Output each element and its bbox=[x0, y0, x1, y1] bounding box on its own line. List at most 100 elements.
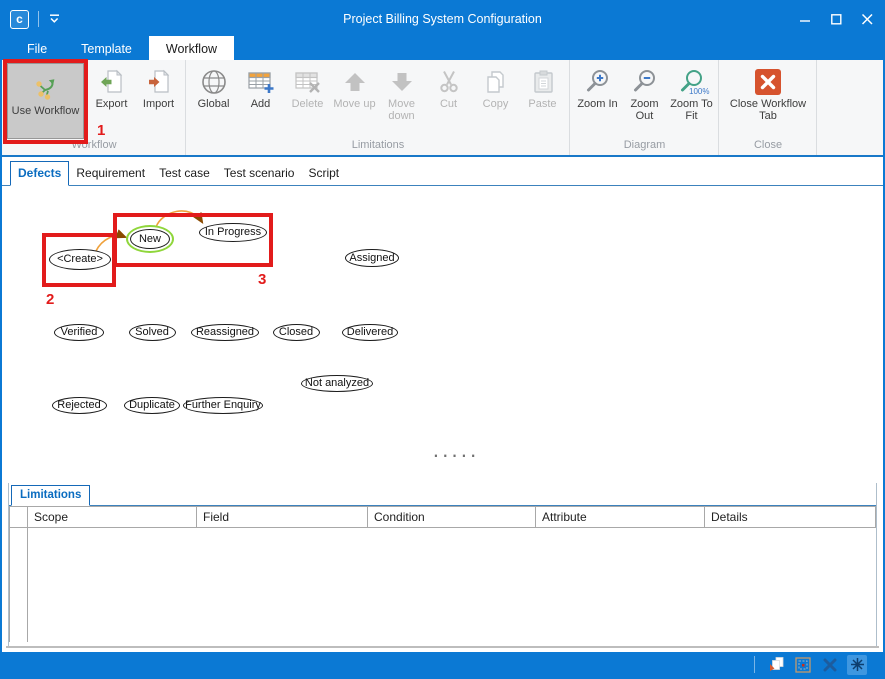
ribbon-group-diagram: Zoom In Zoom Out bbox=[570, 60, 719, 155]
zoom-out-icon bbox=[632, 66, 658, 98]
workflow-node-rejected[interactable]: Rejected bbox=[52, 397, 107, 414]
tab-test-scenario[interactable]: Test scenario bbox=[217, 162, 302, 185]
workflow-node-solved[interactable]: Solved bbox=[129, 324, 176, 341]
app-window: c Project Billing System Configuration F… bbox=[0, 0, 885, 679]
column-header-field: Field bbox=[197, 507, 368, 528]
tab-requirement[interactable]: Requirement bbox=[69, 162, 152, 185]
button-label: Global bbox=[198, 99, 230, 111]
button-label: Move down bbox=[379, 99, 424, 122]
statusbar bbox=[2, 652, 883, 677]
move-up-button: Move up bbox=[332, 63, 377, 139]
quick-access-dropdown-icon[interactable] bbox=[48, 14, 61, 24]
zoom-in-icon bbox=[585, 66, 611, 98]
use-workflow-button[interactable]: Use Workflow bbox=[7, 63, 84, 139]
zoom-to-fit-icon: 100% bbox=[679, 66, 705, 98]
workflow-node-assigned[interactable]: Assigned bbox=[345, 249, 399, 267]
add-button[interactable]: Add bbox=[238, 63, 283, 139]
limitations-table: Scope Field Condition Attribute Details bbox=[9, 506, 876, 642]
button-label: Add bbox=[251, 99, 271, 111]
button-label: Zoom In bbox=[577, 99, 617, 111]
button-label: Paste bbox=[528, 99, 556, 111]
tab-workflow[interactable]: Workflow bbox=[149, 36, 234, 60]
ribbon-tab-bar: File Template Workflow bbox=[2, 36, 883, 60]
column-header-condition: Condition bbox=[368, 507, 536, 528]
copy-pages-icon bbox=[483, 66, 509, 98]
limitations-panel: Limitations Scope Field Condition Attrib… bbox=[8, 483, 877, 646]
app-icon[interactable]: c bbox=[10, 10, 29, 29]
titlebar-separator bbox=[38, 11, 39, 27]
zoom-in-button[interactable]: Zoom In bbox=[575, 63, 620, 139]
export-icon bbox=[99, 66, 125, 98]
zoom-to-fit-button[interactable]: 100% Zoom To Fit bbox=[669, 63, 714, 139]
transition-arrow bbox=[96, 236, 125, 251]
globe-icon bbox=[200, 66, 228, 98]
tab-test-case[interactable]: Test case bbox=[152, 162, 217, 185]
workflow-node-duplicate[interactable]: Duplicate bbox=[124, 397, 180, 414]
diagram-ellipsis: ..... bbox=[432, 446, 479, 461]
global-button[interactable]: Global bbox=[191, 63, 236, 139]
close-tab-icon bbox=[755, 66, 781, 98]
delete-table-icon bbox=[294, 66, 322, 98]
pages-pointer-icon[interactable] bbox=[766, 655, 786, 675]
limitations-header-row: Scope Field Condition Attribute Details bbox=[10, 507, 876, 528]
export-button[interactable]: Export bbox=[89, 63, 134, 139]
tab-limitations[interactable]: Limitations bbox=[11, 485, 90, 506]
selection-frame-icon[interactable] bbox=[793, 655, 813, 675]
zoom-out-button[interactable]: Zoom Out bbox=[622, 63, 667, 139]
close-icon[interactable] bbox=[852, 2, 883, 36]
ribbon-group-limitations: Global Add bbox=[186, 60, 570, 155]
button-label: Close Workflow Tab bbox=[724, 99, 812, 122]
cross-icon bbox=[820, 655, 840, 675]
group-label-close: Close bbox=[723, 139, 813, 155]
workflow-diagram-canvas[interactable]: <Create> New In Progress Assigned Verified So… bbox=[2, 186, 883, 483]
add-table-icon bbox=[247, 66, 275, 98]
limitations-empty-body bbox=[10, 528, 876, 642]
arrow-up-icon bbox=[342, 66, 368, 98]
workflow-node-reassigned[interactable]: Reassigned bbox=[191, 324, 259, 341]
tab-defects[interactable]: Defects bbox=[10, 161, 69, 186]
arrow-down-icon bbox=[389, 66, 415, 98]
use-workflow-icon bbox=[33, 73, 59, 105]
ribbon-group-workflow: Use Workflow Export bbox=[2, 60, 186, 155]
workflow-node-not-analyzed[interactable]: Not analyzed bbox=[301, 375, 373, 392]
workflow-node-delivered[interactable]: Delivered bbox=[342, 324, 398, 341]
column-header-scope: Scope bbox=[28, 507, 197, 528]
paste-button: Paste bbox=[520, 63, 565, 139]
import-icon bbox=[146, 66, 172, 98]
close-workflow-tab-button[interactable]: Close Workflow Tab bbox=[724, 63, 812, 139]
workflow-node-closed[interactable]: Closed bbox=[273, 324, 320, 341]
titlebar: c Project Billing System Configuration bbox=[2, 2, 883, 36]
move-down-button: Move down bbox=[379, 63, 424, 139]
button-label: Copy bbox=[483, 99, 509, 111]
document-tabstrip: Defects Requirement Test case Test scena… bbox=[2, 157, 883, 186]
tab-template[interactable]: Template bbox=[64, 36, 149, 60]
button-label: Cut bbox=[440, 99, 457, 111]
delete-button: Delete bbox=[285, 63, 330, 139]
button-label: Import bbox=[143, 99, 174, 111]
tab-file[interactable]: File bbox=[10, 36, 64, 60]
maximize-icon[interactable] bbox=[821, 2, 852, 36]
button-label: Delete bbox=[292, 99, 324, 111]
statusbar-separator bbox=[754, 656, 755, 673]
window-title: Project Billing System Configuration bbox=[2, 12, 883, 26]
row-selector-header bbox=[10, 507, 28, 528]
group-label-limitations: Limitations bbox=[190, 139, 566, 155]
zoom-percent-badge: 100% bbox=[689, 86, 709, 98]
snowflake-icon[interactable] bbox=[847, 655, 867, 675]
button-label: Zoom Out bbox=[622, 99, 667, 122]
window-controls bbox=[790, 2, 883, 36]
ribbon: Use Workflow Export bbox=[2, 60, 883, 157]
workflow-node-in-progress[interactable]: In Progress bbox=[199, 223, 267, 242]
clipboard-icon bbox=[530, 66, 556, 98]
workflow-node-further-enquiry[interactable]: Further Enquiry bbox=[183, 397, 263, 414]
workflow-node-new[interactable]: New bbox=[130, 229, 170, 249]
tab-script[interactable]: Script bbox=[301, 162, 346, 185]
workflow-node-verified[interactable]: Verified bbox=[54, 324, 104, 341]
ribbon-group-close: Close Workflow Tab Close bbox=[719, 60, 817, 155]
workflow-node-create[interactable]: <Create> bbox=[49, 249, 111, 270]
group-label-diagram: Diagram bbox=[574, 139, 715, 155]
import-button[interactable]: Import bbox=[136, 63, 181, 139]
transition-arrow bbox=[156, 211, 202, 227]
minimize-icon[interactable] bbox=[790, 2, 821, 36]
button-label: Use Workflow bbox=[12, 106, 80, 118]
